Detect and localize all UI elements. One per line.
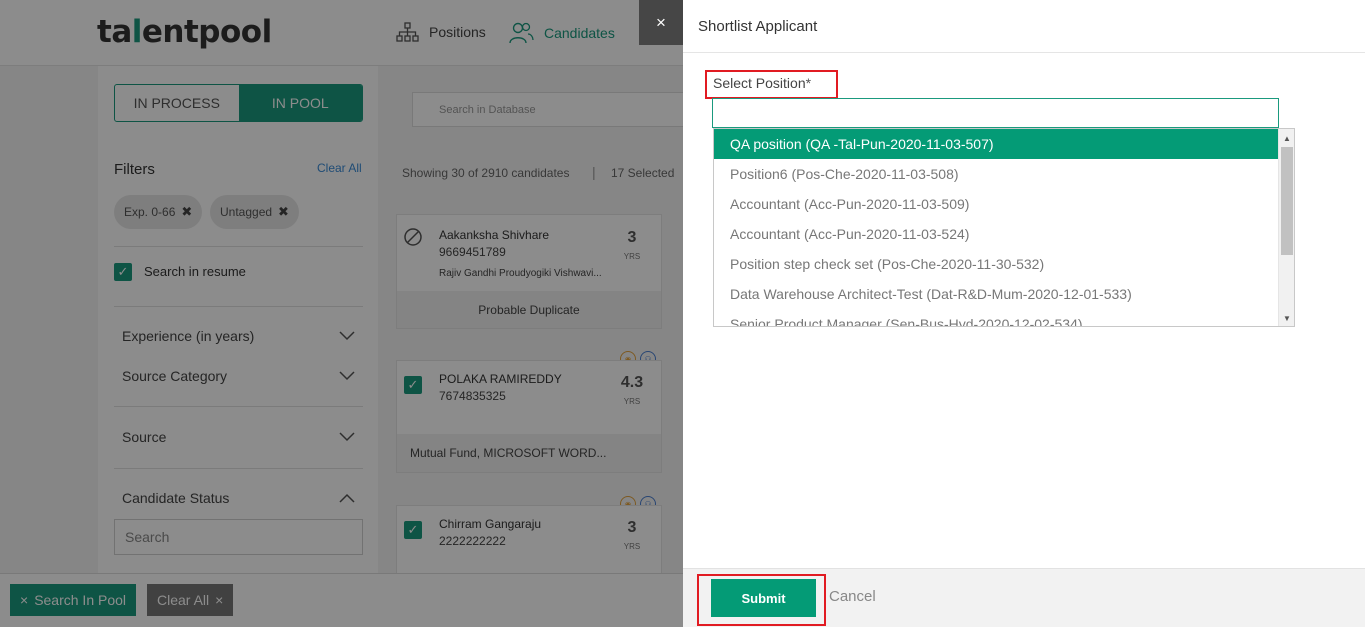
submit-button[interactable]: Submit [711, 579, 816, 617]
position-option[interactable]: Senior Product Manager (Sen-Bus-Hyd-2020… [714, 309, 1278, 326]
position-dropdown: QA position (QA -Tal-Pun-2020-11-03-507)… [713, 128, 1295, 327]
position-search-input[interactable] [712, 98, 1279, 128]
panel-title: Shortlist Applicant [698, 18, 818, 35]
position-option[interactable]: QA position (QA -Tal-Pun-2020-11-03-507) [714, 129, 1278, 159]
shortlist-panel: Shortlist Applicant Select Position* QA … [683, 0, 1365, 627]
position-option[interactable]: Position step check set (Pos-Che-2020-11… [714, 249, 1278, 279]
position-option[interactable]: Position6 (Pos-Che-2020-11-03-508) [714, 159, 1278, 189]
modal-backdrop[interactable] [0, 0, 683, 627]
divider [683, 52, 1365, 53]
close-panel-button[interactable]: × [639, 0, 683, 45]
required-mark: * [805, 75, 812, 91]
position-option[interactable]: Accountant (Acc-Pun-2020-11-03-509) [714, 189, 1278, 219]
cancel-link[interactable]: Cancel [829, 588, 876, 605]
scroll-down-arrow-icon[interactable]: ▼ [1279, 311, 1294, 325]
select-position-label: Select Position* [713, 75, 811, 91]
scroll-up-arrow-icon[interactable]: ▲ [1279, 131, 1294, 145]
label-text: Select Position [713, 75, 806, 91]
dropdown-scrollbar[interactable]: ▲ ▼ [1278, 129, 1294, 326]
position-option[interactable]: Data Warehouse Architect-Test (Dat-R&D-M… [714, 279, 1278, 309]
scroll-thumb[interactable] [1281, 147, 1293, 255]
position-option[interactable]: Accountant (Acc-Pun-2020-11-03-524) [714, 219, 1278, 249]
panel-footer: Submit Cancel [683, 568, 1365, 627]
